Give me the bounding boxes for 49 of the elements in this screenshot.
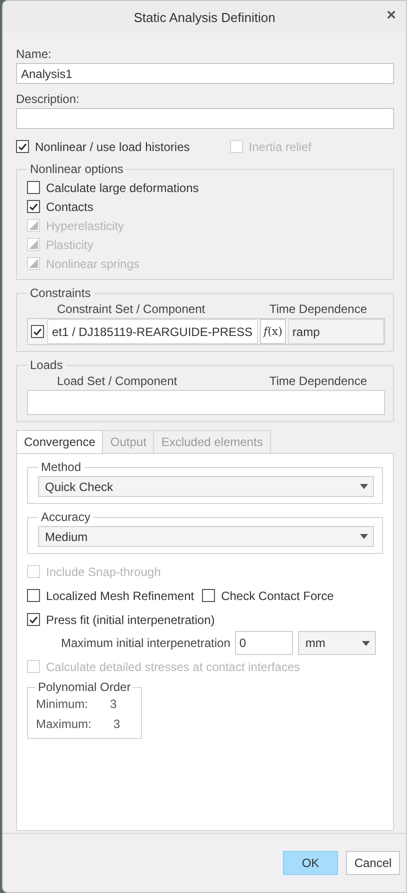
group-title: Loads (29, 358, 64, 372)
caret-icon (360, 484, 368, 489)
group-title: Polynomial Order (37, 680, 132, 694)
table-cell: ramp (288, 319, 384, 344)
name-field[interactable]: Analysis1 (16, 63, 394, 84)
group-title: Method (40, 460, 82, 474)
checkmark-icon (29, 202, 38, 210)
window-title: Static Analysis Definition (134, 10, 276, 24)
checkmark-icon (29, 616, 38, 624)
checkbox-option[interactable]: Press fit (initial interpenetration) (27, 610, 383, 629)
field-value: 3 (113, 717, 120, 731)
name-label: Name: (16, 47, 52, 61)
ok-button[interactable]: OK (283, 851, 338, 875)
wedge-icon (29, 240, 38, 249)
wedge-icon (29, 221, 38, 230)
column-header: Time Dependence (269, 374, 367, 388)
tab[interactable]: Convergence (16, 430, 104, 454)
checkbox-option[interactable]: Contacts (27, 197, 385, 216)
close-button[interactable]: × (382, 7, 400, 25)
field-label: Minimum: (36, 697, 88, 711)
checkbox-option[interactable] (31, 322, 44, 341)
column-header: Load Set / Component (57, 374, 178, 388)
description-label: Description: (16, 92, 80, 106)
checkmark-icon (33, 328, 42, 336)
function-button[interactable]: f(x) (260, 319, 286, 344)
cancel-button[interactable]: Cancel (346, 851, 400, 875)
wedge-icon (29, 259, 38, 268)
interpenetration-field[interactable]: 0 (235, 631, 294, 655)
table-cell: et1 / DJ185119-REARGUIDE-PRESS (47, 319, 258, 344)
accuracy-dropdown[interactable]: Medium (38, 526, 374, 547)
caret-icon (360, 534, 368, 539)
constraint-row[interactable]: et1 / DJ185119-REARGUIDE-PRESS f(x) ramp (27, 318, 385, 345)
method-dropdown[interactable]: Quick Check (38, 476, 374, 497)
group-title: Nonlinear options (29, 162, 124, 176)
field-label: Maximum: (36, 717, 92, 731)
checkbox-option[interactable]: Localized Mesh Refinement (27, 586, 194, 605)
checkmark-icon (18, 142, 27, 150)
field-value: 3 (110, 697, 117, 711)
description-field[interactable] (16, 108, 394, 129)
group-title: Constraints (29, 286, 92, 300)
interpenetration-label: Maximum initial interpenetration (61, 636, 230, 650)
checkbox-option[interactable]: Check Contact Force (202, 586, 334, 605)
checkbox-option[interactable]: Calculate large deformations (27, 178, 385, 197)
column-header: Constraint Set / Component (57, 302, 206, 316)
checkbox-option[interactable]: Nonlinear / use load histories (16, 137, 190, 156)
group-title: Accuracy (40, 510, 92, 524)
unit-dropdown[interactable]: mm (298, 631, 376, 655)
caret-icon (362, 640, 370, 646)
column-header: Time Dependence (269, 302, 367, 316)
